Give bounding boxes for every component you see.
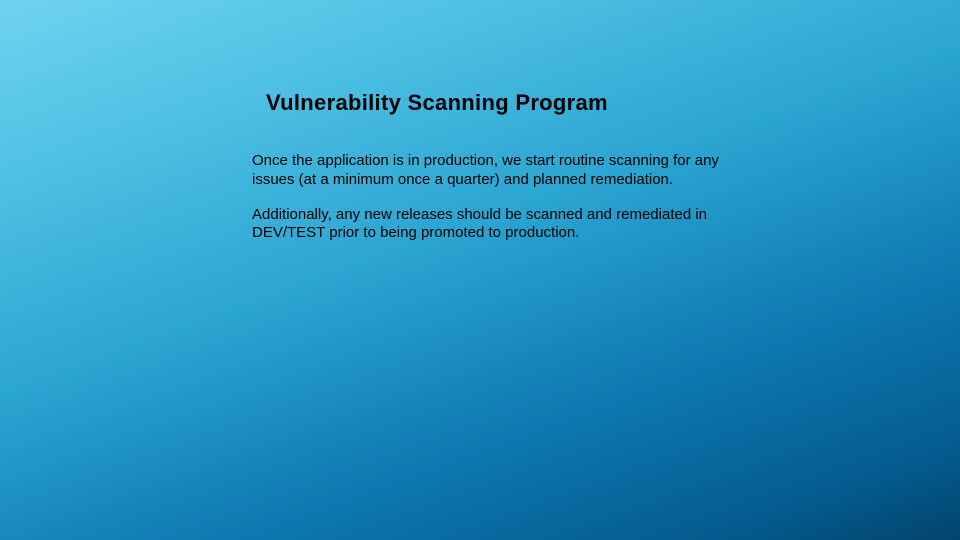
slide-title: Vulnerability Scanning Program — [266, 90, 752, 116]
slide-paragraph-1: Once the application is in production, w… — [252, 152, 752, 190]
slide-paragraph-2: Additionally, any new releases should be… — [252, 206, 752, 244]
slide-content: Vulnerability Scanning Program Once the … — [252, 90, 752, 259]
